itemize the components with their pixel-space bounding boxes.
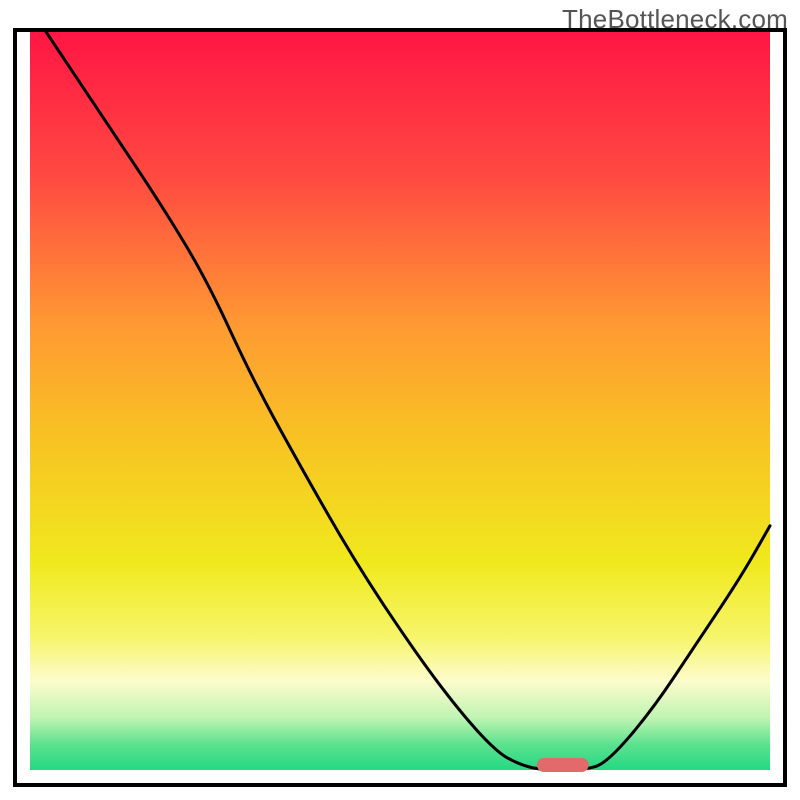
optimal-marker <box>537 758 589 772</box>
chart-container: TheBottleneck.com <box>0 0 800 800</box>
plot-background <box>30 30 770 770</box>
plot-area <box>30 30 770 772</box>
bottleneck-chart <box>0 0 800 800</box>
